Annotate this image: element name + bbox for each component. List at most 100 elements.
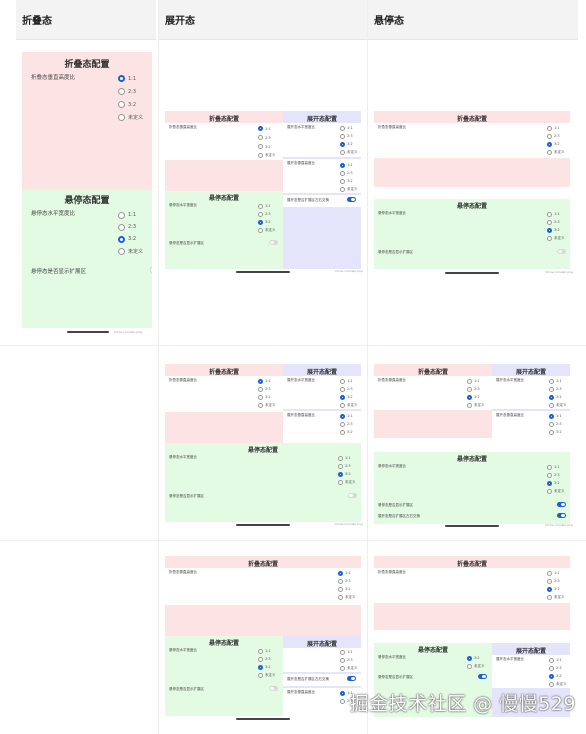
- radio-icon[interactable]: [338, 455, 343, 461]
- radio-icon[interactable]: [340, 665, 345, 671]
- option-2-3[interactable]: 2:3: [549, 664, 567, 672]
- hover-show-expand-toggle[interactable]: [269, 240, 278, 245]
- hover-show-expand-toggle[interactable]: [478, 674, 487, 679]
- radio-icon[interactable]: [549, 665, 554, 671]
- radio-icon[interactable]: [547, 149, 552, 155]
- option-1-1[interactable]: 1:1: [549, 377, 567, 385]
- radio-icon[interactable]: [549, 394, 554, 400]
- option-undefined[interactable]: 未定义: [258, 671, 276, 679]
- radio-icon[interactable]: [547, 480, 552, 486]
- hover-show-expand-toggle[interactable]: [557, 502, 566, 507]
- option-2-3[interactable]: 2:3: [258, 385, 276, 393]
- option-3-2[interactable]: 3:2: [258, 393, 276, 401]
- option-undefined[interactable]: 未定义: [258, 401, 276, 409]
- radio-icon[interactable]: [258, 126, 263, 131]
- radio-icon[interactable]: [549, 657, 554, 663]
- radio-icon[interactable]: [549, 429, 554, 435]
- option-undefined[interactable]: 未定义: [338, 478, 356, 486]
- option-undefined[interactable]: 未定义: [258, 226, 276, 234]
- radio-icon[interactable]: [340, 133, 345, 139]
- radio-icon[interactable]: [118, 88, 125, 95]
- option-2-3[interactable]: 2:3: [340, 169, 358, 177]
- option-undefined[interactable]: 未定义: [467, 662, 485, 670]
- option-2-3[interactable]: 2:3: [547, 471, 565, 479]
- radio-icon[interactable]: [118, 235, 125, 243]
- radio-icon[interactable]: [340, 149, 345, 155]
- option-3-2[interactable]: 3:2: [338, 585, 356, 593]
- radio-icon[interactable]: [340, 178, 345, 184]
- option-undefined[interactable]: 未定义: [118, 245, 143, 257]
- option-undefined[interactable]: 未定义: [340, 401, 358, 409]
- radio-icon[interactable]: [258, 394, 263, 400]
- radio-icon[interactable]: [547, 464, 552, 470]
- radio-icon[interactable]: [338, 479, 343, 485]
- option-undefined[interactable]: 未定义: [340, 664, 358, 672]
- expand-toggle-switch[interactable]: [557, 513, 566, 518]
- radio-icon[interactable]: [258, 656, 263, 662]
- radio-icon[interactable]: [118, 247, 125, 255]
- option-3-2[interactable]: 3:2: [118, 98, 143, 111]
- option-2-3[interactable]: 2:3: [258, 133, 276, 142]
- option-3-2[interactable]: 3:2: [547, 585, 565, 593]
- radio-icon[interactable]: [258, 144, 263, 149]
- radio-icon[interactable]: [547, 141, 552, 147]
- radio-icon[interactable]: [118, 75, 125, 82]
- option-2-3[interactable]: 2:3: [258, 210, 276, 218]
- option-undefined[interactable]: 未定义: [340, 148, 358, 156]
- hover-show-expand-toggle[interactable]: [557, 249, 566, 254]
- option-3-2[interactable]: 3:2: [258, 142, 276, 151]
- radio-icon[interactable]: [338, 586, 343, 592]
- radio-icon[interactable]: [258, 135, 263, 140]
- option-1-1[interactable]: 1:1: [340, 161, 358, 169]
- option-3-2[interactable]: 3:2: [547, 479, 565, 487]
- radio-icon[interactable]: [340, 690, 345, 696]
- option-1-1[interactable]: 1:1: [340, 377, 358, 385]
- radio-icon[interactable]: [547, 211, 552, 217]
- option-undefined[interactable]: 未定义: [549, 680, 567, 688]
- option-3-2[interactable]: 3:2: [547, 226, 565, 234]
- option-1-1[interactable]: 1:1: [338, 454, 356, 462]
- radio-icon[interactable]: [340, 378, 345, 384]
- option-3-2[interactable]: 3:2: [549, 393, 567, 401]
- option-undefined[interactable]: 未定义: [547, 593, 565, 601]
- option-1-1[interactable]: 1:1: [338, 569, 356, 577]
- radio-icon[interactable]: [258, 219, 263, 225]
- option-3-2[interactable]: 3:2: [258, 663, 276, 671]
- radio-icon[interactable]: [340, 162, 345, 168]
- radio-icon[interactable]: [338, 578, 343, 584]
- radio-icon[interactable]: [467, 394, 472, 400]
- option-1-1[interactable]: 1:1: [547, 210, 565, 218]
- radio-icon[interactable]: [340, 125, 345, 131]
- option-3-2[interactable]: 3:2: [338, 470, 356, 478]
- option-undefined[interactable]: 未定义: [547, 234, 565, 242]
- option-2-3[interactable]: 2:3: [467, 385, 485, 393]
- radio-icon[interactable]: [547, 125, 552, 131]
- option-2-3[interactable]: 2:3: [258, 655, 276, 663]
- option-1-1[interactable]: 1:1: [258, 124, 276, 133]
- option-2-3[interactable]: 2:3: [547, 218, 565, 226]
- radio-icon[interactable]: [467, 663, 472, 669]
- option-2-3[interactable]: 2:3: [340, 656, 358, 664]
- radio-icon[interactable]: [258, 648, 263, 654]
- radio-icon[interactable]: [549, 378, 554, 384]
- radio-icon[interactable]: [258, 378, 263, 384]
- radio-icon[interactable]: [547, 594, 552, 600]
- option-3-2[interactable]: 3:2: [340, 428, 353, 436]
- radio-icon[interactable]: [549, 386, 554, 392]
- radio-icon[interactable]: [340, 413, 345, 419]
- option-undefined[interactable]: 未定义: [258, 151, 276, 160]
- option-2-3[interactable]: 2:3: [547, 577, 565, 585]
- radio-icon[interactable]: [258, 664, 263, 670]
- radio-icon[interactable]: [547, 219, 552, 225]
- option-2-3[interactable]: 2:3: [338, 462, 356, 470]
- radio-icon[interactable]: [549, 421, 554, 427]
- option-undefined[interactable]: 未定义: [467, 401, 485, 409]
- option-1-1[interactable]: 1:1: [340, 124, 358, 132]
- option-1-1[interactable]: 1:1: [549, 656, 567, 664]
- option-1-1[interactable]: 1:1: [118, 72, 143, 85]
- option-3-2[interactable]: 3:2: [467, 393, 485, 401]
- radio-icon[interactable]: [467, 378, 472, 384]
- option-2-3[interactable]: 2:3: [338, 577, 356, 585]
- option-2-3[interactable]: 2:3: [340, 385, 358, 393]
- radio-icon[interactable]: [340, 170, 345, 176]
